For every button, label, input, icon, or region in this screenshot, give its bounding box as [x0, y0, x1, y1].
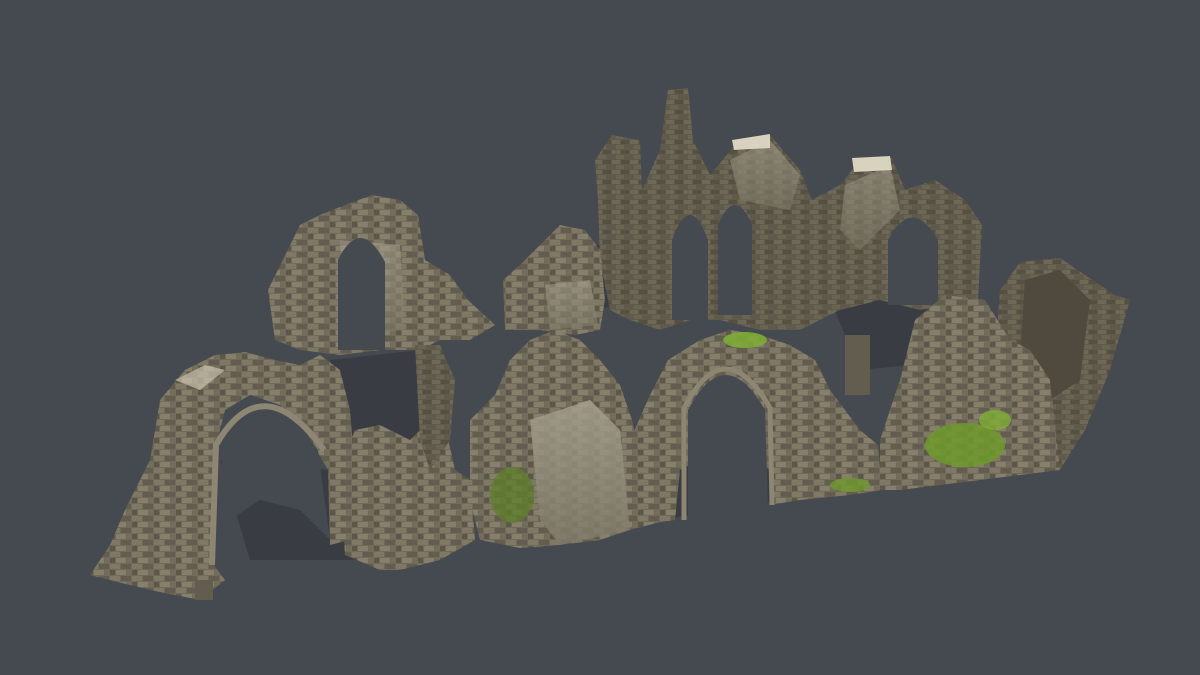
ruin-front-left-arch	[90, 352, 355, 600]
ruin-middle-wall	[503, 225, 605, 335]
moss-patch	[723, 332, 767, 348]
moss-patch	[979, 410, 1011, 430]
ruins-scene	[90, 88, 1130, 600]
ruin-back-right	[595, 88, 982, 330]
ruin-back-left	[268, 195, 495, 355]
moss-patch	[490, 467, 534, 523]
moss-patch	[830, 478, 870, 492]
